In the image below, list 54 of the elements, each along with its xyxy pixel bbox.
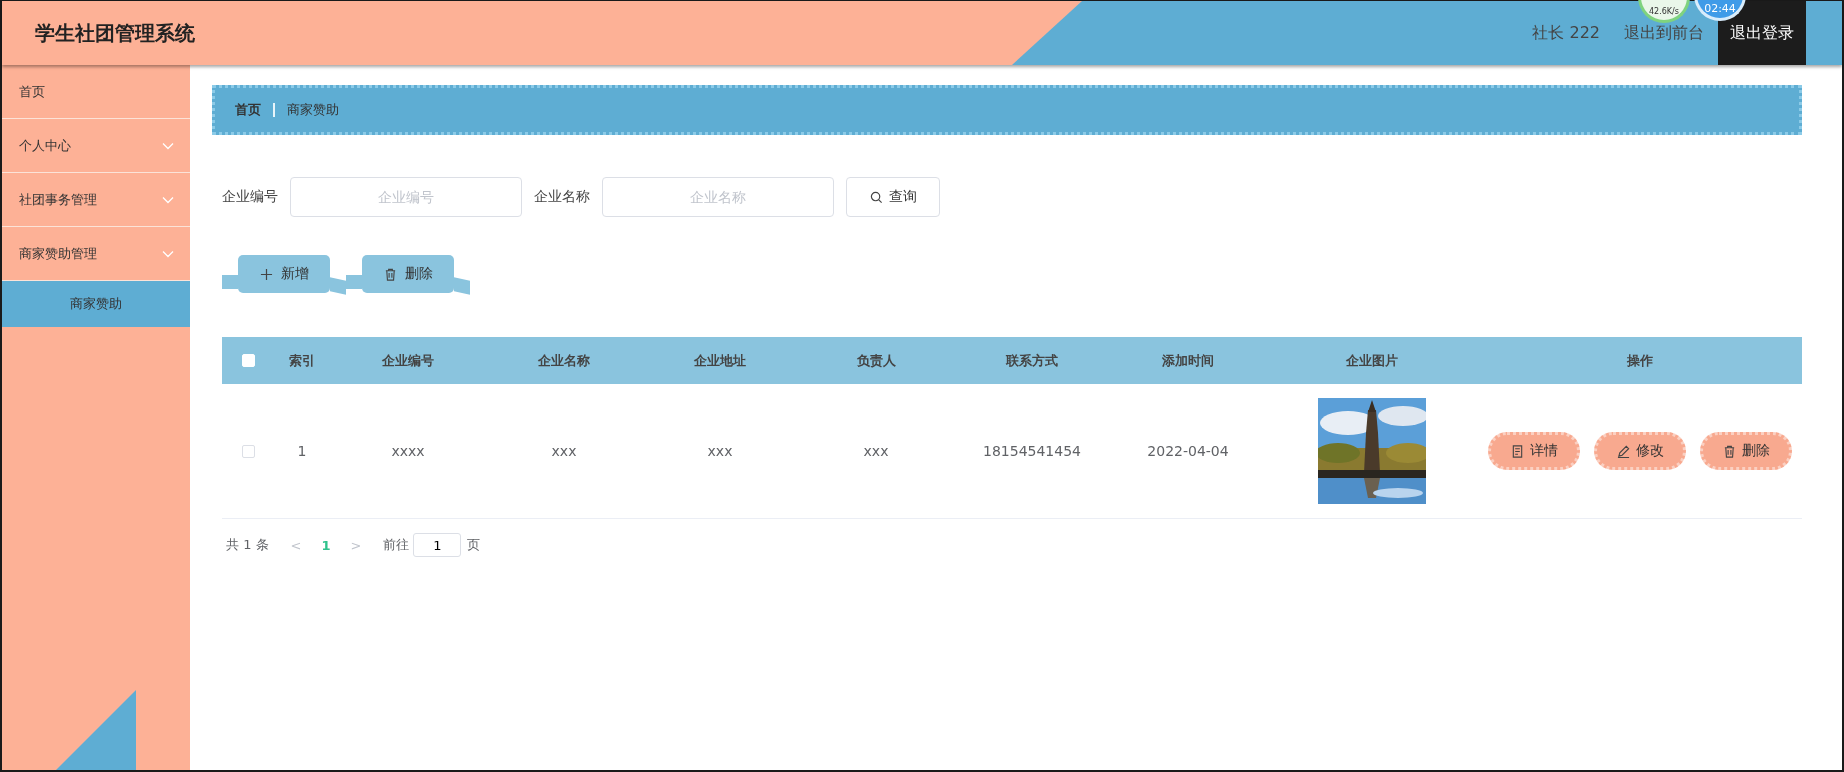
speed-text: 42.6K/s [1649, 7, 1679, 16]
column-header: 添加时间 [1162, 351, 1214, 370]
frontend-link[interactable]: 退出到前台 [1612, 22, 1716, 44]
breadcrumb-item: 商家赞助 [287, 101, 339, 119]
column-header: 企业名称 [538, 351, 590, 370]
table-cell: 1 [297, 443, 307, 459]
search-icon [869, 190, 883, 204]
search-field[interactable]: 企业名称 [602, 177, 834, 217]
table-cell: xxx [707, 443, 733, 459]
edit-button[interactable]: 修改 [1594, 432, 1686, 470]
field-label: 企业编号 [222, 188, 278, 206]
table-cell: xxx [551, 443, 577, 459]
chevron-icon [162, 249, 174, 258]
menu-item[interactable]: 个人中心 [2, 119, 190, 173]
select-all-checkbox[interactable] [241, 354, 255, 367]
goto-label: 前往 [383, 536, 410, 554]
row-checkbox[interactable] [241, 444, 255, 458]
column-header: 企业地址 [694, 351, 746, 370]
delete-button[interactable]: 删除 [362, 255, 454, 293]
column-header: 操作 [1627, 351, 1653, 370]
page-input[interactable]: 1 [413, 533, 462, 557]
table-cell: 18154541454 [983, 443, 1081, 459]
trash-icon [1722, 444, 1736, 458]
delete-button[interactable]: 删除 [1700, 432, 1792, 470]
detail-button[interactable]: 详情 [1488, 432, 1580, 470]
breadcrumb-item[interactable]: 首页 [235, 101, 261, 119]
search-field[interactable]: 企业编号 [290, 177, 522, 217]
page-suffix: 页 [467, 536, 481, 554]
column-header: 索引 [289, 351, 315, 370]
field-label: 企业名称 [534, 188, 590, 206]
column-header: 企业图片 [1346, 351, 1398, 370]
column-header: 负责人 [856, 351, 896, 370]
user-name: 社长 222 [1531, 22, 1601, 44]
add-button[interactable]: 新增 [238, 255, 330, 293]
app-title: 学生社团管理系统 [35, 19, 195, 47]
ribbon-tail [222, 275, 238, 289]
table-cell: 2022-04-04 [1147, 443, 1229, 459]
menu-item[interactable]: 社团事务管理 [2, 173, 190, 227]
submenu-item[interactable]: 商家赞助 [2, 281, 190, 327]
trash-icon [383, 267, 397, 281]
column-header: 联系方式 [1006, 351, 1058, 370]
table-cell: xxx [863, 443, 889, 459]
pencil-icon [1616, 444, 1630, 458]
ribbon-tail [330, 277, 346, 295]
total-count: 共 1 条 [226, 536, 269, 554]
document-icon [1510, 444, 1524, 458]
chevron-icon [162, 141, 174, 150]
ribbon-tail [454, 277, 470, 295]
plus-icon [259, 267, 273, 281]
table-cell: xxxx [391, 443, 425, 459]
chevron-icon [162, 195, 174, 204]
search-button[interactable]: 查询 [846, 177, 940, 217]
column-header: 企业编号 [382, 351, 434, 370]
menu-item[interactable]: 首页 [2, 65, 190, 119]
